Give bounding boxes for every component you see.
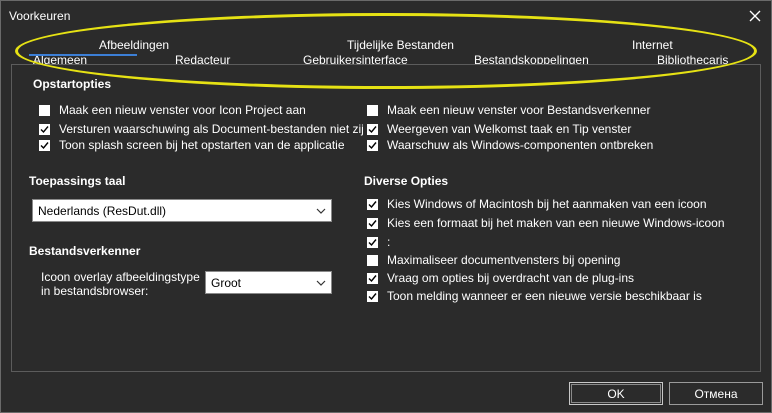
option-maximize-documents[interactable]: Maximaliseer documentvensters bij openin… [367,252,620,268]
tab-tijdelijke-bestanden[interactable]: Tijdelijke Bestanden [347,38,454,52]
checkbox-checked[interactable] [367,123,378,135]
tab-row-top: Afbeeldingen Tijdelijke Bestanden Intern… [1,35,771,55]
checkmark-icon [368,141,377,149]
tab-gebruikersinterface[interactable]: Gebruikersinterface [303,53,408,64]
preferences-dialog: Voorkeuren Afbeeldingen Tijdelijke Besta… [0,0,772,413]
tab-bibliothecaris[interactable]: Bibliothecaris [657,53,728,64]
option-windows-or-mac[interactable]: Kies Windows of Macintosh bij het aanmak… [367,196,707,212]
checkmark-icon [368,274,377,282]
checkmark-icon [40,125,49,133]
checkbox-checked[interactable] [367,272,378,284]
chevron-down-icon [311,272,331,293]
title-bar: Voorkeuren [1,1,771,31]
checkmark-icon [368,125,377,133]
chevron-down-icon [311,200,331,221]
overlay-label-line1: Icoon overlay afbeeldingstype [41,270,200,284]
tab-afbeeldingen[interactable]: Afbeeldingen [99,38,169,52]
active-tab-indicator [29,54,137,56]
checkbox-checked[interactable] [39,123,50,135]
tab-internet[interactable]: Internet [632,38,673,52]
section-misc-title: Diverse Opties [364,174,449,188]
checkmark-icon [368,238,377,246]
cancel-button[interactable]: Отмена [669,382,763,405]
checkbox-checked[interactable] [367,236,378,248]
section-explorer-title: Bestandsverkenner [29,244,141,258]
checkmark-icon [368,219,377,227]
checkbox-unchecked[interactable] [367,104,378,116]
tab-bestandskoppelingen[interactable]: Bestandskoppelingen [474,53,589,64]
checkmark-icon [40,141,49,149]
overlay-label-line2: in bestandsbrowser: [41,284,149,298]
option-missing-components[interactable]: Waarschuw als Windows-componenten ontbre… [367,137,653,153]
checkmark-icon [368,200,377,208]
checkbox-checked[interactable] [367,139,378,151]
ok-button[interactable]: OK [569,382,663,405]
language-select[interactable]: Nederlands (ResDut.dll) [32,199,332,222]
close-icon [749,10,761,22]
option-warn-document-files[interactable]: Versturen waarschuwing als Document-best… [39,121,364,137]
option-choose-format[interactable]: Kies een formaat bij het maken van een n… [367,215,725,231]
section-startup-title: Opstartopties [33,77,112,91]
checkbox-checked[interactable] [367,198,378,210]
option-welcome-tip[interactable]: Weergeven van Welkomst taak en Tip venst… [367,121,631,137]
checkbox-checked[interactable] [39,139,50,151]
tab-redacteur[interactable]: Redacteur [175,53,230,64]
close-button[interactable] [739,3,771,29]
checkbox-checked[interactable] [367,290,378,302]
option-new-window-explorer[interactable]: Maak een nieuw venster voor Bestandsverk… [367,102,650,118]
overlay-type-select[interactable]: Groot [205,271,332,294]
option-plugin-transfer[interactable]: Vraag om opties bij overdracht van de pl… [367,270,634,286]
option-new-version-notice[interactable]: Toon melding wanneer er een nieuwe versi… [367,288,702,304]
checkmark-icon [368,292,377,300]
window-title: Voorkeuren [9,9,71,23]
option-unlabeled[interactable]: : [367,234,390,250]
option-splash-screen[interactable]: Toon splash screen bij het opstarten van… [39,137,345,153]
checkbox-checked[interactable] [367,217,378,229]
checkbox-unchecked[interactable] [39,104,50,116]
section-language-title: Toepassings taal [29,174,126,188]
checkbox-unchecked[interactable] [367,254,378,266]
option-new-window-icon-project[interactable]: Maak een nieuw venster voor Icon Project… [39,102,306,118]
